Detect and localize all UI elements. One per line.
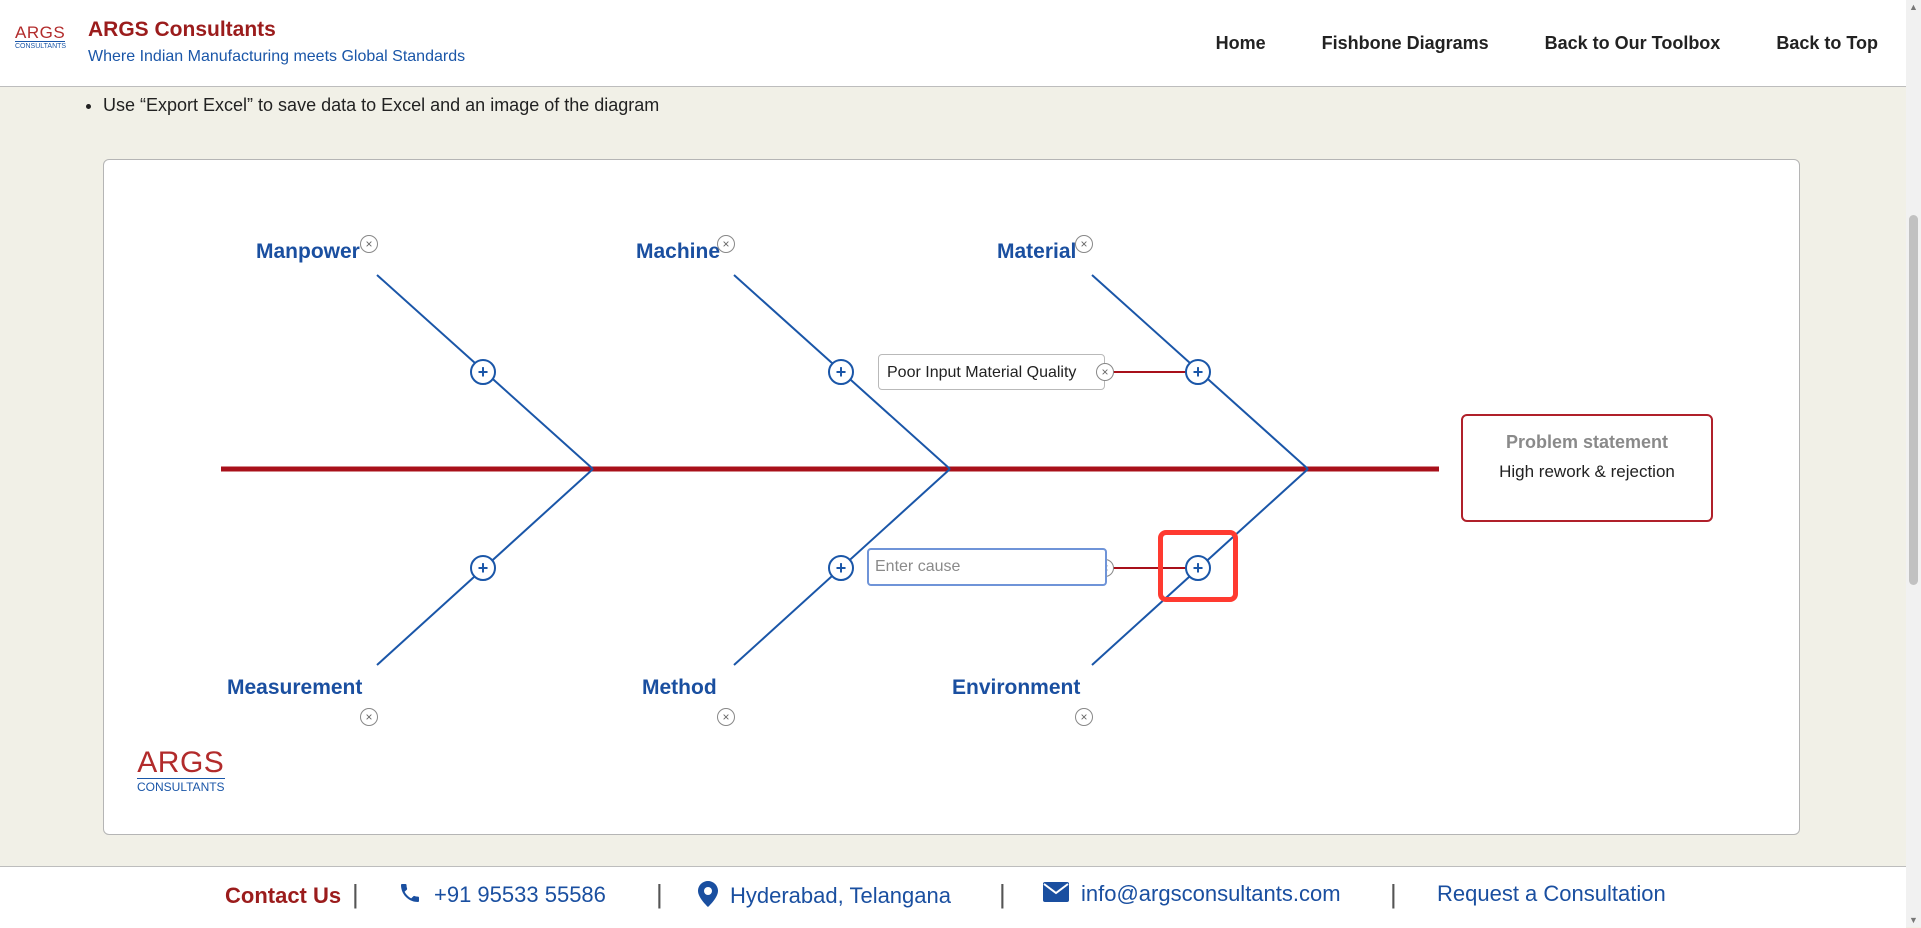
problem-statement-box[interactable]: Problem statement High rework & rejectio… [1461,414,1713,522]
highlight-box [1158,530,1238,602]
problem-statement-text[interactable]: High rework & rejection [1463,462,1711,482]
footer-location-text[interactable]: Hyderabad, Telangana [730,883,951,908]
nav-back-to-toolbox[interactable]: Back to Our Toolbox [1545,33,1721,54]
footer-separator: | [656,879,663,909]
add-cause-manpower-button[interactable]: + [470,359,496,385]
category-label-method[interactable]: Method [642,676,717,700]
fishbone-panel: Manpower Machine Material Measurement Me… [103,159,1800,835]
remove-category-machine-button[interactable]: × [717,235,735,253]
add-cause-method-button[interactable]: + [828,555,854,581]
logo-text-args: ARGS [15,23,66,42]
scroll-up-arrow-icon[interactable]: ▲ [1909,2,1918,12]
location-pin-icon [698,881,718,913]
footer-separator: | [352,879,359,909]
problem-statement-title: Problem statement [1505,432,1669,452]
remove-cause-material-button[interactable]: × [1096,363,1114,381]
cause-item-material[interactable]: Poor Input Material Quality [878,354,1105,390]
scroll-thumb[interactable] [1909,215,1918,585]
footer-phone[interactable]: +91 95533 55586 [398,881,606,911]
contact-us-label: Contact Us [225,883,342,908]
remove-category-measurement-button[interactable]: × [360,708,378,726]
page-scrollbar[interactable]: ▲ ▼ [1906,0,1921,927]
add-cause-machine-button[interactable]: + [828,359,854,385]
nav-back-to-top[interactable]: Back to Top [1776,33,1878,54]
add-cause-material-button[interactable]: + [1185,359,1211,385]
remove-category-method-button[interactable]: × [717,708,735,726]
diagram-logo: ARGS CONSULTANTS [137,748,225,794]
add-cause-measurement-button[interactable]: + [470,555,496,581]
header-logo[interactable]: ARGS CONSULTANTS [15,23,67,51]
scroll-down-arrow-icon[interactable]: ▼ [1909,915,1918,925]
instructions-list: Use “Export Excel” to save data to Excel… [80,95,659,116]
site-header: ARGS CONSULTANTS ARGS Consultants Where … [0,0,1906,87]
remove-category-material-button[interactable]: × [1075,235,1093,253]
remove-category-manpower-button[interactable]: × [360,235,378,253]
email-icon [1043,882,1069,908]
footer-email-text[interactable]: info@argsconsultants.com [1081,881,1341,906]
diagram-logo-consultants: CONSULTANTS [137,778,225,794]
footer-location[interactable]: Hyderabad, Telangana [698,881,951,913]
category-label-measurement[interactable]: Measurement [227,676,362,700]
category-label-machine[interactable]: Machine [636,240,720,264]
nav-home[interactable]: Home [1216,33,1266,54]
remove-category-environment-button[interactable]: × [1075,708,1093,726]
category-label-material[interactable]: Material [997,240,1076,264]
logo-text-consultants: CONSULTANTS [15,41,67,50]
footer-phone-text[interactable]: +91 95533 55586 [434,882,606,907]
request-consultation-link[interactable]: Request a Consultation [1437,881,1666,907]
category-label-environment[interactable]: Environment [952,676,1080,700]
new-cause-input[interactable] [867,548,1107,586]
brand-title[interactable]: ARGS Consultants [88,18,276,42]
footer-separator: | [999,879,1006,909]
contact-footer: Contact Us | +91 95533 55586 | Hyderabad… [0,866,1906,928]
diagram-logo-args: ARGS [137,746,225,779]
footer-email[interactable]: info@argsconsultants.com [1043,881,1341,908]
main-nav: Home Fishbone Diagrams Back to Our Toolb… [1188,0,1906,86]
instruction-export-excel: Use “Export Excel” to save data to Excel… [103,95,659,116]
nav-fishbone-diagrams[interactable]: Fishbone Diagrams [1322,33,1489,54]
category-label-manpower[interactable]: Manpower [256,240,360,264]
phone-icon [398,881,422,911]
brand-tagline: Where Indian Manufacturing meets Global … [88,48,466,65]
footer-separator: | [1390,879,1397,909]
